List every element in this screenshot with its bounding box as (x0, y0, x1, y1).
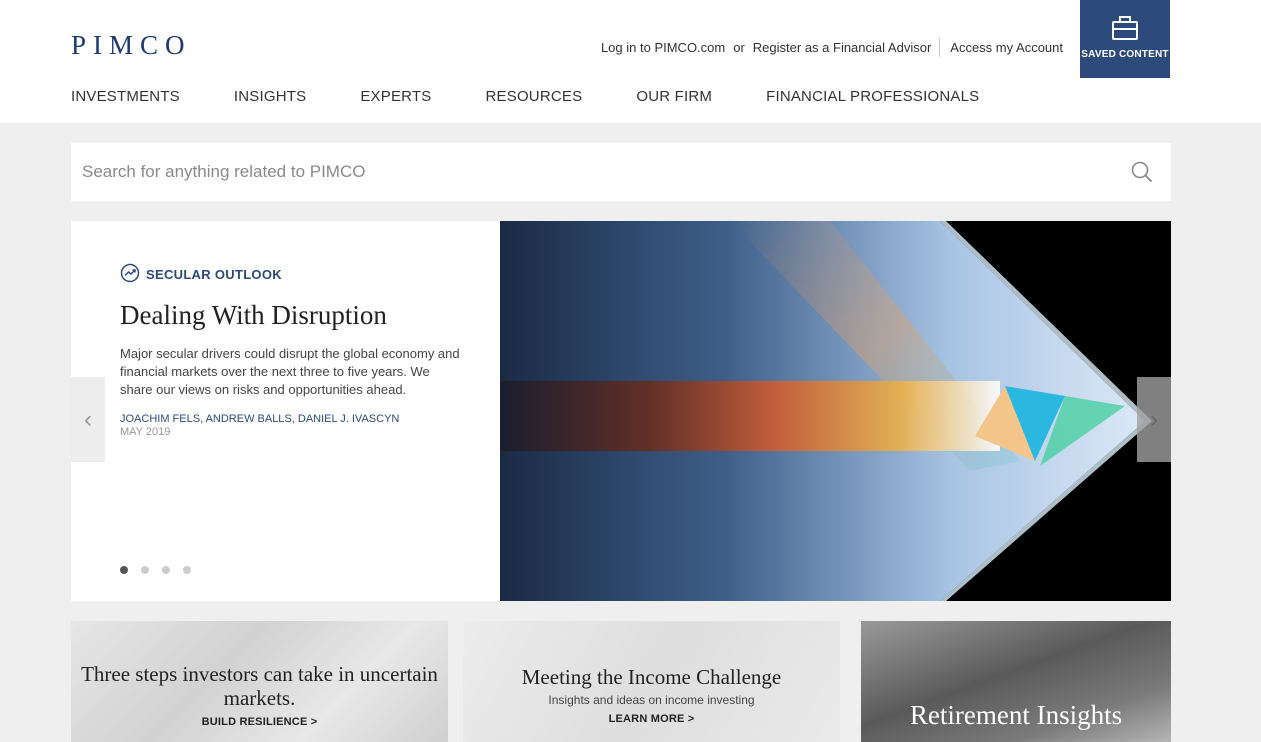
hero-date: MAY 2019 (120, 426, 171, 438)
main-nav: INVESTMENTS INSIGHTS EXPERTS RESOURCES O… (71, 88, 1033, 105)
chevron-left-icon: ‹ (84, 405, 92, 433)
hero-eyebrow-label[interactable]: SECULAR OUTLOOK (146, 267, 282, 282)
hero-carousel: SECULAR OUTLOOK Dealing With Disruption … (71, 221, 1171, 601)
pimco-logo[interactable]: PIMCO (71, 30, 192, 61)
learn-more-link[interactable]: LEARN MORE > (463, 713, 840, 725)
login-link[interactable]: Log in to PIMCO.com (601, 40, 725, 55)
carousel-dot[interactable] (120, 566, 128, 574)
account-link[interactable]: Access my Account (950, 40, 1063, 55)
hero-title[interactable]: Dealing With Disruption (120, 300, 460, 331)
promo-card-title: Retirement Insights (909, 700, 1123, 730)
nav-our-firm[interactable]: OUR FIRM (636, 88, 712, 105)
site-header: PIMCO Log in to PIMCO.com or Register as… (0, 0, 1261, 123)
carousel-dot[interactable] (183, 566, 191, 574)
hero-eyebrow: SECULAR OUTLOOK (120, 263, 460, 286)
or-text: or (733, 39, 745, 55)
nav-resources[interactable]: RESOURCES (486, 88, 583, 105)
promo-card-income[interactable]: Meeting the Income Challenge Insights an… (463, 621, 840, 742)
trend-chart-icon (120, 263, 146, 286)
utility-links: Log in to PIMCO.com or Register as a Fin… (601, 37, 1063, 57)
nav-investments[interactable]: INVESTMENTS (71, 88, 180, 105)
hero-authors[interactable]: JOACHIM FELS, ANDREW BALLS, DANIEL J. IV… (120, 413, 460, 425)
carousel-dot[interactable] (141, 566, 149, 574)
carousel-next-button[interactable]: › (1137, 377, 1171, 462)
promo-card-title: Three steps investors can take in uncert… (81, 662, 438, 710)
nav-experts[interactable]: EXPERTS (360, 88, 431, 105)
build-resilience-link[interactable]: BUILD RESILIENCE > (71, 716, 448, 728)
hero-text: SECULAR OUTLOOK Dealing With Disruption … (120, 263, 460, 438)
nav-insights[interactable]: INSIGHTS (234, 88, 306, 105)
hero-image-prism (500, 221, 1171, 601)
utility-divider (939, 37, 941, 57)
hero-description: Major secular drivers could disrupt the … (120, 346, 460, 397)
nav-financial-professionals[interactable]: FINANCIAL PROFESSIONALS (766, 88, 979, 105)
search-input[interactable] (71, 143, 1091, 201)
chevron-right-icon: › (1150, 405, 1158, 433)
register-link[interactable]: Register as a Financial Advisor (753, 40, 931, 55)
briefcase-icon (1111, 16, 1139, 45)
search-bar (71, 143, 1171, 201)
saved-content-button[interactable]: SAVED CONTENT (1080, 0, 1170, 78)
carousel-dots (120, 566, 204, 574)
saved-content-label: SAVED CONTENT (1081, 49, 1169, 60)
carousel-prev-button[interactable]: ‹ (71, 377, 105, 462)
promo-card-retirement[interactable]: Retirement Insights (861, 621, 1171, 742)
promo-card-subtitle: Insights and ideas on income investing (548, 693, 755, 707)
promo-card-resilience[interactable]: Three steps investors can take in uncert… (71, 621, 448, 742)
search-icon[interactable] (1131, 161, 1153, 188)
promo-card-title: Meeting the Income Challenge (521, 665, 782, 689)
carousel-dot[interactable] (162, 566, 170, 574)
